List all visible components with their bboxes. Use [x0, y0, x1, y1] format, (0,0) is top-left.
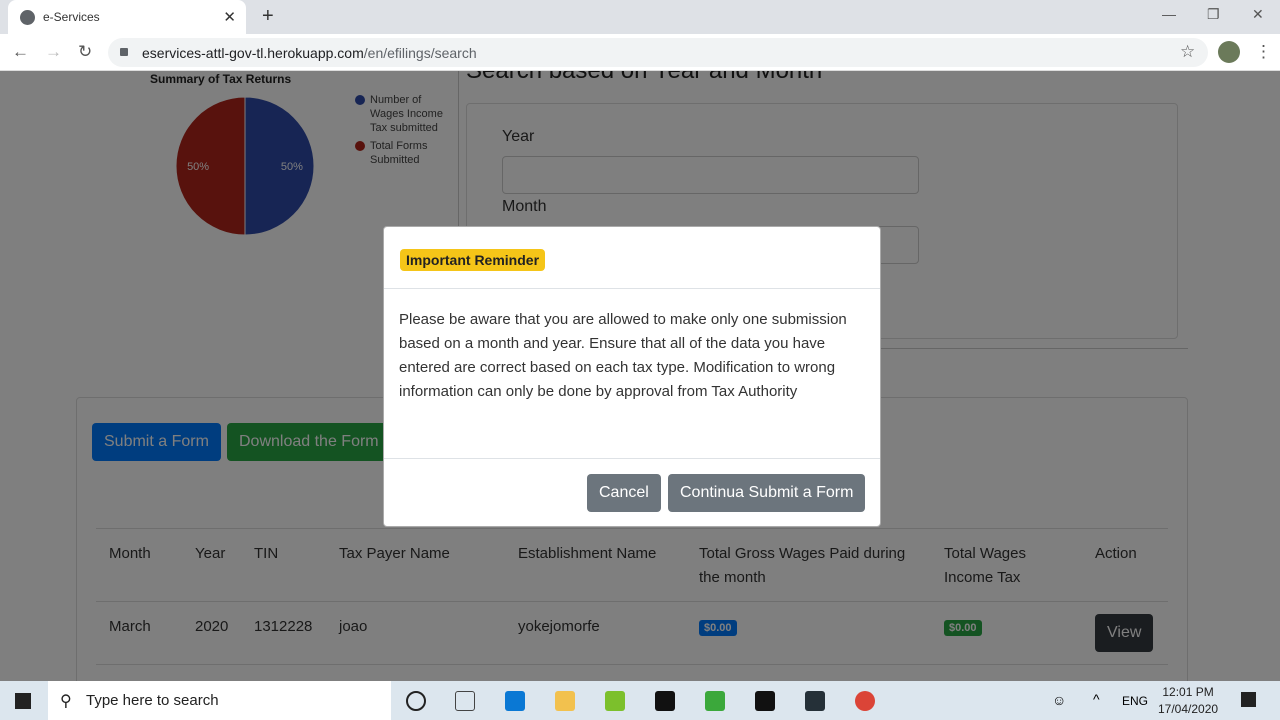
store-icon[interactable]: [655, 691, 675, 711]
terminal-icon[interactable]: [755, 691, 775, 711]
search-icon: ⚲: [60, 692, 72, 710]
reload-icon[interactable]: ↻: [78, 42, 92, 62]
tab-bar: e-Services ✕ + — ❐ ✕: [0, 0, 1280, 34]
filmora-icon[interactable]: [805, 691, 825, 711]
new-tab-button[interactable]: +: [262, 5, 274, 28]
search-placeholder: Type here to search: [86, 692, 219, 709]
url-host: eservices-attl-gov-tl.herokuapp.com: [142, 44, 364, 61]
language-indicator[interactable]: ENG: [1122, 694, 1148, 708]
minimize-button[interactable]: —: [1162, 6, 1176, 22]
url-path: /en/efilings/search: [363, 44, 477, 61]
windows-start-icon[interactable]: [15, 693, 31, 709]
cortana-icon[interactable]: [406, 691, 426, 711]
cancel-button[interactable]: Cancel: [587, 474, 661, 512]
restore-button[interactable]: ❐: [1207, 6, 1220, 23]
date: 17/04/2020: [1158, 702, 1219, 716]
chevron-up-icon[interactable]: ^: [1093, 691, 1100, 707]
taskbar: ⚲ Type here to search ☺ ^ ENG 12:01 PM 17/…: [0, 681, 1280, 720]
reminder-modal: Important Reminder Please be aware that …: [383, 226, 881, 527]
bookmark-star-icon[interactable]: ☆: [1180, 42, 1195, 62]
url-input[interactable]: eservices-attl-gov-tl.herokuapp.com/en/e…: [108, 38, 1208, 67]
globe-icon: [20, 9, 35, 25]
app-icon[interactable]: [605, 691, 625, 711]
file-explorer-icon[interactable]: [555, 691, 575, 711]
people-icon[interactable]: ☺: [1052, 692, 1066, 708]
avatar[interactable]: [1218, 41, 1240, 63]
task-view-icon[interactable]: [455, 691, 475, 711]
notes-icon[interactable]: [705, 691, 725, 711]
modal-body: Please be aware that you are allowed to …: [384, 289, 880, 459]
chrome-icon[interactable]: [855, 691, 875, 711]
back-icon[interactable]: ←: [12, 42, 29, 62]
close-tab-icon[interactable]: ✕: [223, 8, 236, 26]
continue-submit-button[interactable]: Continua Submit a Form: [668, 474, 866, 512]
modal-title: Important Reminder: [400, 249, 546, 271]
lock-icon: [120, 48, 128, 56]
clock[interactable]: 12:01 PM 17/04/2020: [1158, 684, 1218, 718]
forward-icon[interactable]: →: [45, 42, 62, 62]
vscode-icon[interactable]: [505, 691, 525, 711]
address-bar-row: ← → ↻ eservices-attl-gov-tl.herokuapp.co…: [0, 34, 1280, 71]
time: 12:01 PM: [1162, 685, 1214, 699]
browser-tab[interactable]: e-Services ✕: [8, 0, 246, 34]
notifications-icon[interactable]: [1241, 692, 1256, 707]
taskbar-search[interactable]: ⚲ Type here to search: [48, 681, 391, 720]
tab-title: e-Services: [43, 10, 100, 24]
close-window-button[interactable]: ✕: [1252, 6, 1264, 23]
menu-icon[interactable]: ⋮: [1255, 42, 1272, 62]
